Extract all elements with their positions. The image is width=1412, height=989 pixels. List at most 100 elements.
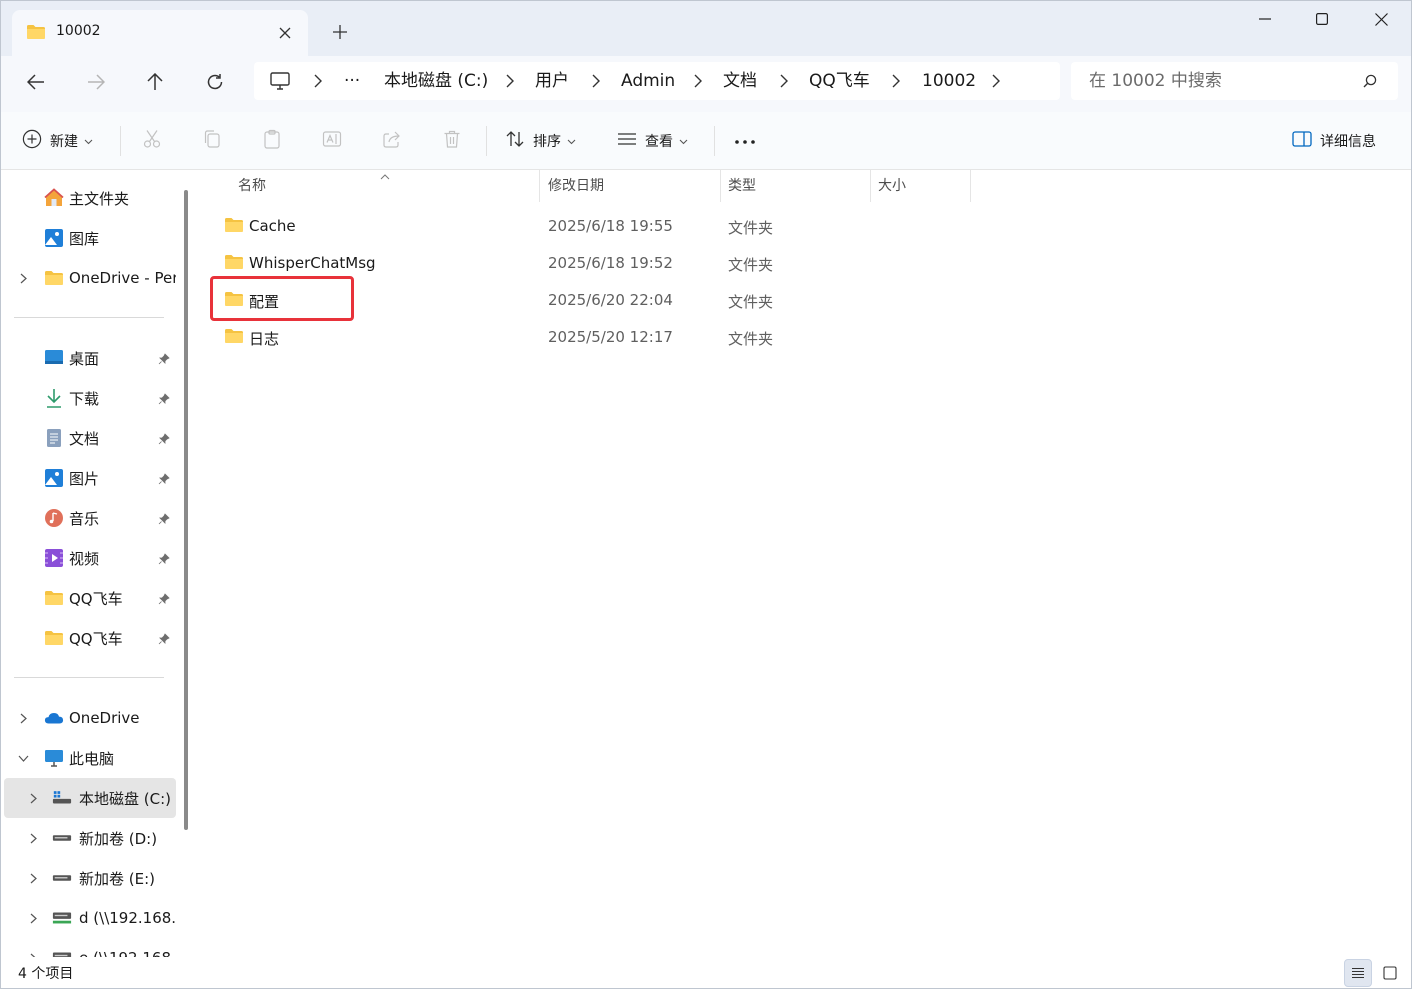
delete-button[interactable] xyxy=(442,125,462,157)
pin-icon[interactable] xyxy=(158,431,170,449)
sidebar-scrollbar-thumb[interactable] xyxy=(184,190,188,830)
rename-button[interactable] xyxy=(322,125,342,157)
sidebar-item-gallery[interactable]: 图库 xyxy=(0,218,176,258)
minimize-icon[interactable] xyxy=(1236,0,1294,38)
column-divider[interactable] xyxy=(720,170,721,202)
chevron-right-icon[interactable] xyxy=(16,711,30,725)
chevron-right-icon[interactable] xyxy=(26,791,40,805)
sidebar-item-documents[interactable]: 文档 xyxy=(0,418,176,458)
chevron-right-icon[interactable] xyxy=(992,74,1000,92)
tab-10002[interactable]: 10002 xyxy=(12,10,308,56)
column-divider[interactable] xyxy=(870,170,871,202)
chevron-right-icon[interactable] xyxy=(16,271,30,285)
breadcrumb-10002[interactable]: 10002 xyxy=(922,62,976,100)
sidebar-item-home[interactable]: 主文件夹 xyxy=(0,178,176,218)
chevron-right-icon[interactable] xyxy=(592,74,600,92)
back-arrow-icon[interactable] xyxy=(18,66,54,98)
chevron-right-icon[interactable] xyxy=(26,831,40,845)
share-button[interactable] xyxy=(382,125,402,157)
sort-button[interactable]: 排序 xyxy=(505,125,576,157)
new-button[interactable]: 新建 xyxy=(22,125,93,157)
sidebar-item-qq-racing-1[interactable]: QQ飞车 xyxy=(0,578,176,618)
title-bar: 10002 xyxy=(0,0,1412,56)
pin-icon[interactable] xyxy=(158,391,170,409)
sidebar-item-network-drive-d[interactable]: d (\\192.168.( xyxy=(0,898,176,938)
sidebar-item-drive-e[interactable]: 新加卷 (E:) xyxy=(0,858,176,898)
highlight-box xyxy=(210,276,354,321)
toolbar-divider xyxy=(120,126,121,156)
file-name: 日志 xyxy=(249,330,280,348)
details-pane-button[interactable]: 详细信息 xyxy=(1292,125,1376,157)
breadcrumb-drive-c[interactable]: 本地磁盘 (C:) xyxy=(384,62,488,100)
sidebar-item-drive-d[interactable]: 新加卷 (D:) xyxy=(0,818,176,858)
file-list[interactable]: 名称 修改日期 类型 大小 Cache 2025/6/18 19:55 文件夹 … xyxy=(196,170,1412,957)
sidebar-item-this-pc[interactable]: 此电脑 xyxy=(0,738,176,778)
refresh-icon[interactable] xyxy=(197,66,233,98)
file-row[interactable]: 日志 2025/5/20 12:17 文件夹 xyxy=(208,319,978,356)
sidebar-item-desktop[interactable]: 桌面 xyxy=(0,338,176,378)
file-date: 2025/6/18 19:55 xyxy=(548,217,673,235)
pin-icon[interactable] xyxy=(158,551,170,569)
column-divider[interactable] xyxy=(970,170,971,202)
column-divider[interactable] xyxy=(539,170,540,202)
view-button[interactable]: 查看 xyxy=(617,125,688,157)
sidebar-item-downloads[interactable]: 下载 xyxy=(0,378,176,418)
sidebar-item-onedrive-personal[interactable]: OneDrive - Per xyxy=(0,258,176,298)
file-row[interactable]: Cache 2025/6/18 19:55 文件夹 xyxy=(208,208,978,245)
computer-icon[interactable] xyxy=(270,62,290,100)
column-header-date[interactable]: 修改日期 xyxy=(548,170,604,202)
pin-icon[interactable] xyxy=(158,471,170,489)
pin-icon[interactable] xyxy=(158,631,170,649)
more-options-button[interactable] xyxy=(734,125,756,157)
column-header-name[interactable]: 名称 xyxy=(238,170,266,202)
sidebar-item-qq-racing-2[interactable]: QQ飞车 xyxy=(0,618,176,658)
paste-button[interactable] xyxy=(262,125,282,157)
sidebar-item-pictures[interactable]: 图片 xyxy=(0,458,176,498)
navigation-pane[interactable]: 主文件夹 图库 OneDrive - Per 桌面 下载 文档 图片 音乐 视频 xyxy=(0,170,190,957)
maximize-icon[interactable] xyxy=(1293,0,1351,38)
sidebar-item-label: 此电脑 xyxy=(69,749,115,768)
close-window-icon[interactable] xyxy=(1352,0,1410,38)
column-header-size[interactable]: 大小 xyxy=(878,170,906,202)
sidebar-item-label: 下载 xyxy=(69,389,100,408)
pin-icon[interactable] xyxy=(158,351,170,369)
breadcrumb-documents[interactable]: 文档 xyxy=(723,62,757,100)
sidebar-item-onedrive[interactable]: OneDrive xyxy=(0,698,176,738)
chevron-right-icon[interactable] xyxy=(26,911,40,925)
chevron-right-icon[interactable] xyxy=(780,74,788,92)
breadcrumb-qq-racing[interactable]: QQ飞车 xyxy=(809,62,870,100)
address-bar[interactable]: ··· 本地磁盘 (C:) 用户 Admin 文档 QQ飞车 10002 xyxy=(254,62,1060,100)
breadcrumb-admin[interactable]: Admin xyxy=(621,62,675,100)
pin-icon[interactable] xyxy=(158,511,170,529)
sidebar-item-music[interactable]: 音乐 xyxy=(0,498,176,538)
tiles-view-icon[interactable] xyxy=(1376,959,1404,987)
close-tab-icon[interactable] xyxy=(274,22,296,44)
folder-icon xyxy=(224,217,244,237)
details-view-icon[interactable] xyxy=(1344,959,1372,987)
sidebar-item-videos[interactable]: 视频 xyxy=(0,538,176,578)
chevron-right-icon[interactable] xyxy=(26,871,40,885)
breadcrumb-overflow[interactable]: ··· xyxy=(344,62,360,100)
breadcrumb-users[interactable]: 用户 xyxy=(535,62,569,100)
copy-button[interactable] xyxy=(202,125,222,157)
new-tab-icon[interactable] xyxy=(326,18,354,46)
pin-icon[interactable] xyxy=(158,591,170,609)
search-icon[interactable] xyxy=(1363,74,1377,92)
cut-button[interactable] xyxy=(142,125,162,157)
search-box[interactable] xyxy=(1071,62,1398,100)
sidebar-item-label: 图库 xyxy=(69,229,100,248)
chevron-right-icon[interactable] xyxy=(314,74,322,92)
up-arrow-icon[interactable] xyxy=(137,66,173,98)
search-input[interactable] xyxy=(1071,62,1351,100)
chevron-right-icon[interactable] xyxy=(892,74,900,92)
column-header-type[interactable]: 类型 xyxy=(728,170,756,202)
chevron-right-icon[interactable] xyxy=(694,74,702,92)
sidebar-item-drive-c[interactable]: 本地磁盘 (C:) xyxy=(4,778,176,818)
chevron-down-icon[interactable] xyxy=(16,751,30,765)
music-icon xyxy=(44,508,64,528)
folder-icon xyxy=(224,328,244,348)
chevron-right-icon[interactable] xyxy=(506,74,514,92)
sidebar-item-network-drive-e[interactable]: e (\\192.168.( xyxy=(0,938,176,957)
item-count: 4 个项目 xyxy=(18,966,74,982)
forward-arrow-icon[interactable] xyxy=(78,66,114,98)
